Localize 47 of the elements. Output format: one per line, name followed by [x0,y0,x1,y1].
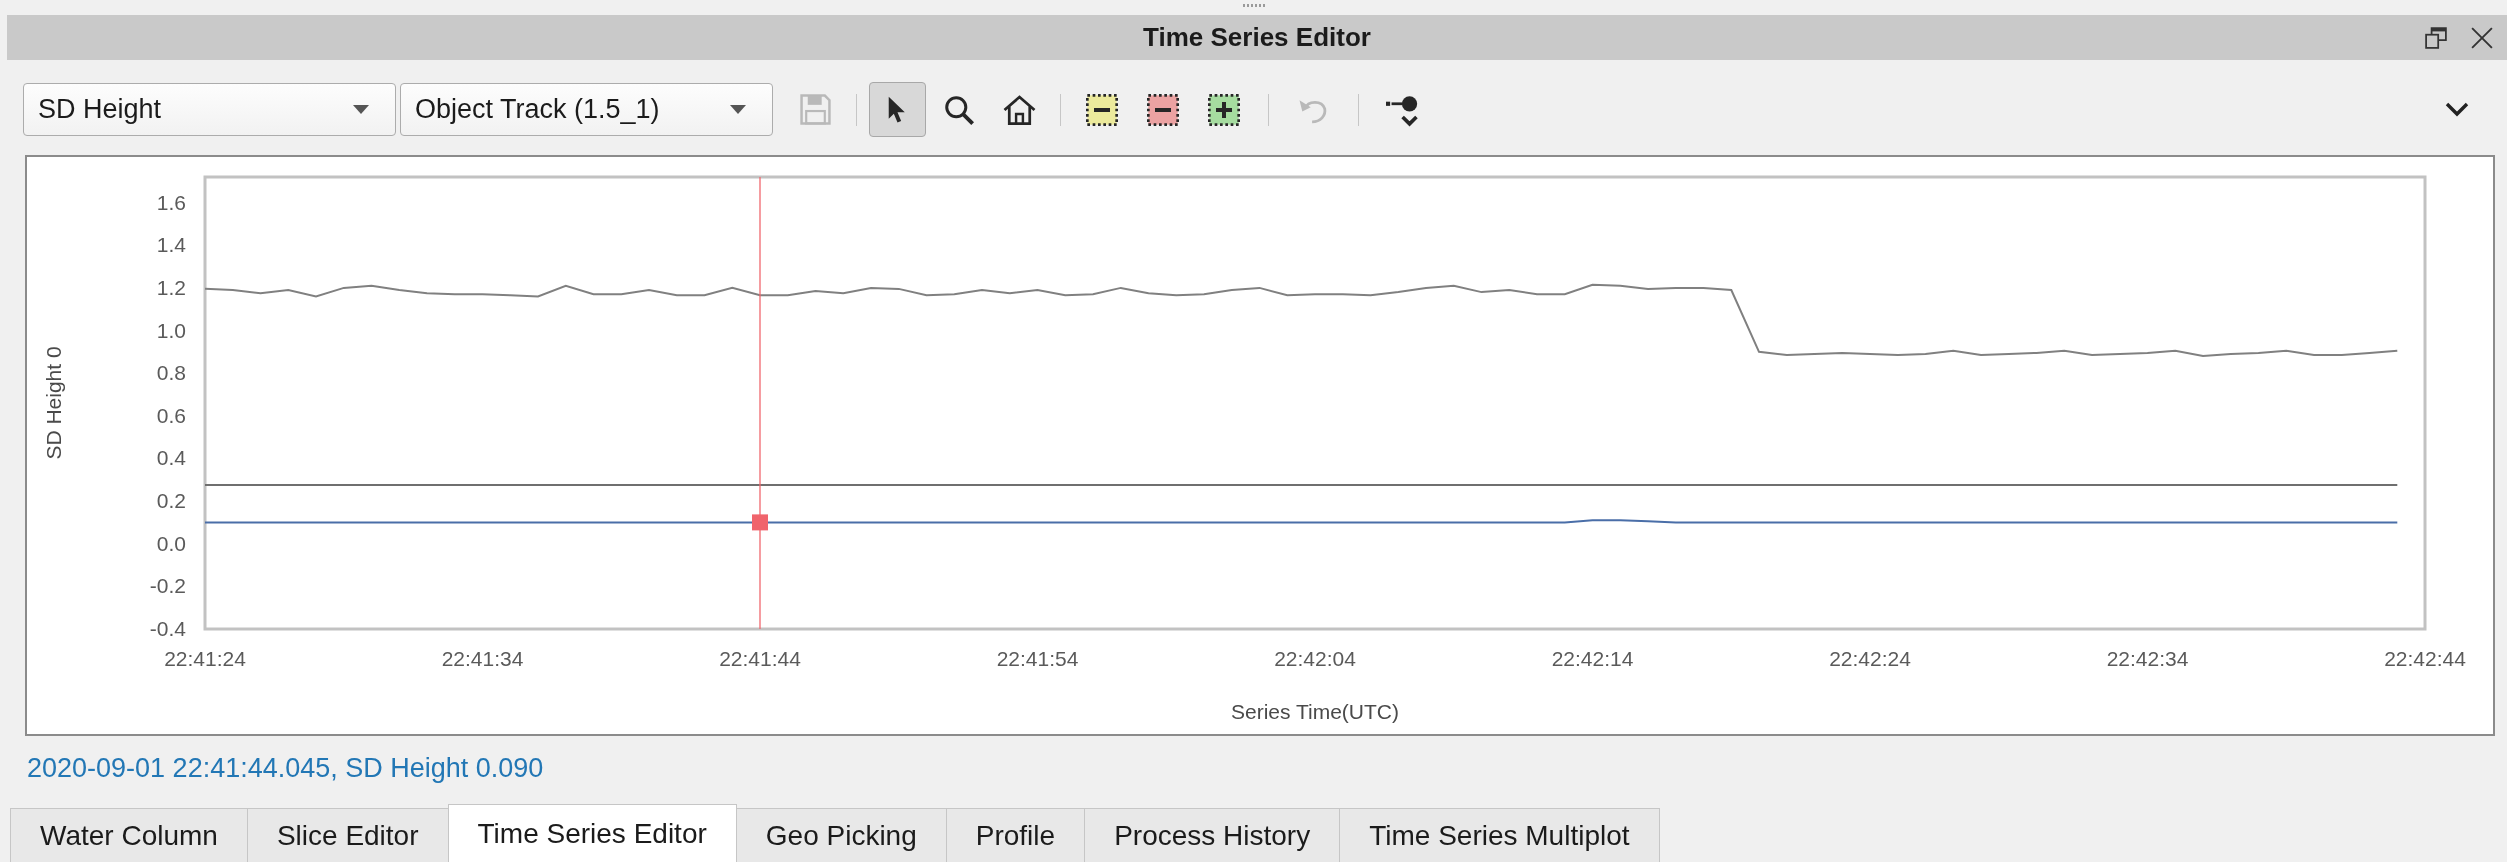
tab[interactable]: Water Column [10,808,248,862]
close-icon[interactable] [2471,26,2493,49]
axis-tick-label: 22:41:44 [719,647,801,670]
axis-tick-label: 1.2 [156,275,186,299]
tab[interactable]: Slice Editor [246,808,449,862]
axis-tick-label: 0.6 [156,403,186,427]
window-title: Time Series Editor [1143,22,1371,53]
tab[interactable]: Geo Picking [735,808,947,862]
dashed-box-minus-icon [1146,93,1179,126]
caret-icon [730,105,746,114]
axis-tick-label: 22:41:24 [164,647,246,670]
caret-icon [353,105,369,114]
restore-icon[interactable] [2425,26,2447,49]
dashed-box-plus-icon [1207,93,1240,126]
grip-icon[interactable] [1242,4,1265,7]
dashed-box-minus-icon [1085,93,1118,126]
axis-tick-label: 1.6 [156,190,186,214]
axis-title: SD Height 0 [42,346,65,460]
arrow-pointer-icon [888,95,907,124]
tab[interactable]: Time Series Editor [447,804,737,862]
axis-tick-label: 0.0 [156,531,186,555]
axis-tick-label: -0.4 [149,617,186,640]
tab[interactable]: Profile [945,808,1086,862]
axis-tick-label: -0.2 [149,574,186,598]
home-icon [1003,94,1036,125]
axis-tick-label: 22:42:04 [1274,647,1356,670]
tab[interactable]: Process History [1084,808,1341,862]
magnifier-icon [943,94,974,125]
chevron-down-icon[interactable] [2445,102,2469,117]
dropdown[interactable]: SD Height [23,83,396,136]
pointer-tool-button[interactable] [869,82,926,137]
axis-tick-label: 0.2 [156,489,186,513]
axis-tick-label: 1.4 [156,233,186,257]
axis-tick-label: 1.0 [156,318,186,342]
axis-tick-label: 0.8 [156,361,186,385]
axis-title: Series Time(UTC) [1231,700,1399,723]
tab[interactable]: Time Series Multiplot [1339,808,1660,862]
axis-tick-label: 0.4 [156,446,186,470]
axis-tick-label: 22:42:14 [1551,647,1634,670]
axis-tick-label: 22:41:54 [996,647,1079,670]
axis-tick-label: 22:41:34 [441,647,524,670]
axis-tick-label: 22:42:34 [2106,647,2189,670]
axis-tick-label: 22:42:44 [2384,647,2466,670]
status-text: 2020-09-01 22:41:44.045, SD Height 0.090 [27,752,544,784]
save-icon [800,94,831,125]
dropdown[interactable]: Object Track (1.5_1) [400,83,773,136]
axis-tick-label: 22:42:24 [1829,647,1911,670]
